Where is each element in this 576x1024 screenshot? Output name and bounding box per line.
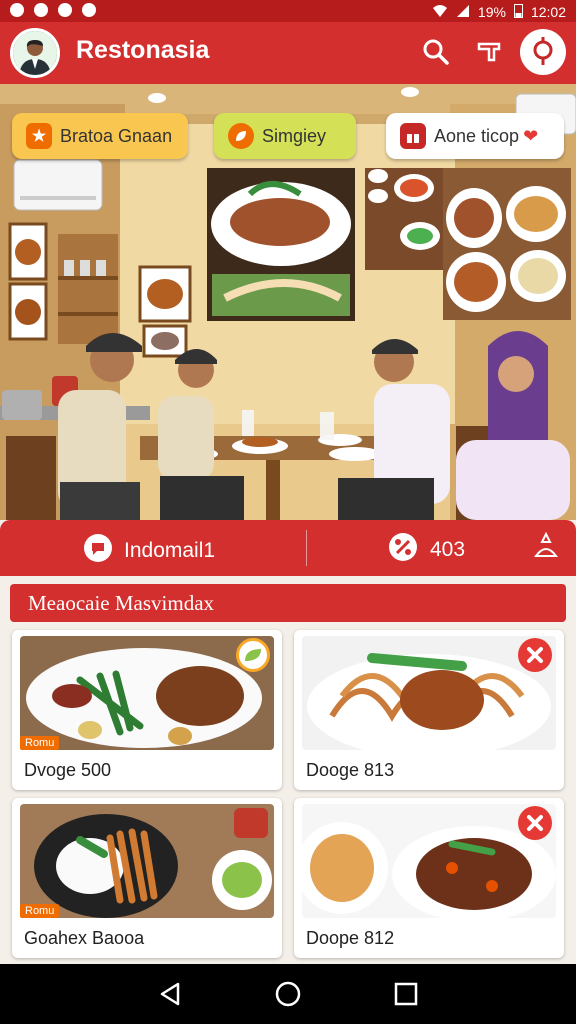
food-card[interactable]: Dooge 813 bbox=[294, 630, 564, 790]
chip-category-2[interactable]: Simgiey bbox=[214, 113, 356, 159]
filter-icon[interactable] bbox=[473, 36, 507, 70]
food-name: Dooge 813 bbox=[306, 760, 395, 780]
divider bbox=[306, 530, 307, 566]
battery-icon bbox=[513, 3, 523, 21]
recents-icon[interactable] bbox=[392, 980, 420, 1013]
food-name: Goahex Baooa bbox=[24, 928, 145, 948]
battery-percent: 19% bbox=[477, 4, 506, 20]
home-icon[interactable] bbox=[274, 980, 302, 1013]
food-name: Dvoge 500 bbox=[24, 760, 112, 780]
location-pin-icon bbox=[533, 37, 553, 65]
gift-box-icon bbox=[400, 123, 426, 149]
avatar[interactable] bbox=[10, 28, 60, 78]
clock: 12:02 bbox=[530, 4, 566, 20]
chip-category-1[interactable]: ★ Bratoa Gnaan bbox=[12, 113, 188, 159]
percent-badge-icon bbox=[388, 532, 418, 568]
system-nav-bar bbox=[0, 964, 576, 1024]
promo-tag: Romu bbox=[20, 904, 60, 918]
promo-tag: Romu bbox=[20, 736, 60, 750]
restaurant-name-tab[interactable]: Indomail1 bbox=[82, 532, 215, 570]
leaf-badge-icon[interactable] bbox=[236, 638, 270, 672]
star-badge-icon: ★ bbox=[26, 123, 52, 149]
chip-label: Simgiey bbox=[262, 125, 327, 146]
notification-icon bbox=[82, 3, 96, 17]
status-bar: 19% 12:02 bbox=[0, 0, 576, 22]
chip-category-3[interactable]: Aone ticop ❤ bbox=[386, 113, 564, 159]
leaf-icon bbox=[228, 123, 254, 149]
food-card[interactable]: Romu Dvoge 500 bbox=[12, 630, 282, 790]
food-card[interactable]: Romu Goahex Baooa bbox=[12, 798, 282, 958]
app-bar: Restonasia bbox=[0, 22, 576, 84]
app-title: Restonasia bbox=[76, 36, 210, 64]
search-icon[interactable] bbox=[420, 36, 454, 70]
chip-label: Bratoa Gnaan bbox=[60, 125, 173, 146]
rating-value: 403 bbox=[430, 538, 466, 561]
section-header: Meaocaie Masvimdax bbox=[10, 584, 566, 622]
profile-icon[interactable] bbox=[534, 532, 558, 558]
notification-icon bbox=[58, 3, 72, 17]
close-icon[interactable] bbox=[518, 806, 552, 840]
rating-tab[interactable]: 403 bbox=[388, 532, 465, 568]
signal-icon bbox=[456, 4, 470, 21]
info-bar: Indomail1 403 bbox=[0, 520, 576, 576]
food-image bbox=[20, 804, 274, 918]
chat-bubble-icon bbox=[82, 532, 114, 570]
notification-icon bbox=[10, 3, 24, 17]
back-icon[interactable] bbox=[156, 980, 184, 1013]
food-card[interactable]: Doope 812 bbox=[294, 798, 564, 958]
chip-label: Aone ticop bbox=[434, 125, 520, 146]
notification-icon bbox=[34, 3, 48, 17]
location-button[interactable] bbox=[520, 29, 566, 75]
food-name: Doope 812 bbox=[306, 928, 395, 948]
wifi-icon bbox=[432, 4, 448, 21]
close-icon[interactable] bbox=[518, 638, 552, 672]
heart-icon: ❤ bbox=[523, 125, 539, 146]
restaurant-name: Indomail1 bbox=[124, 539, 216, 562]
